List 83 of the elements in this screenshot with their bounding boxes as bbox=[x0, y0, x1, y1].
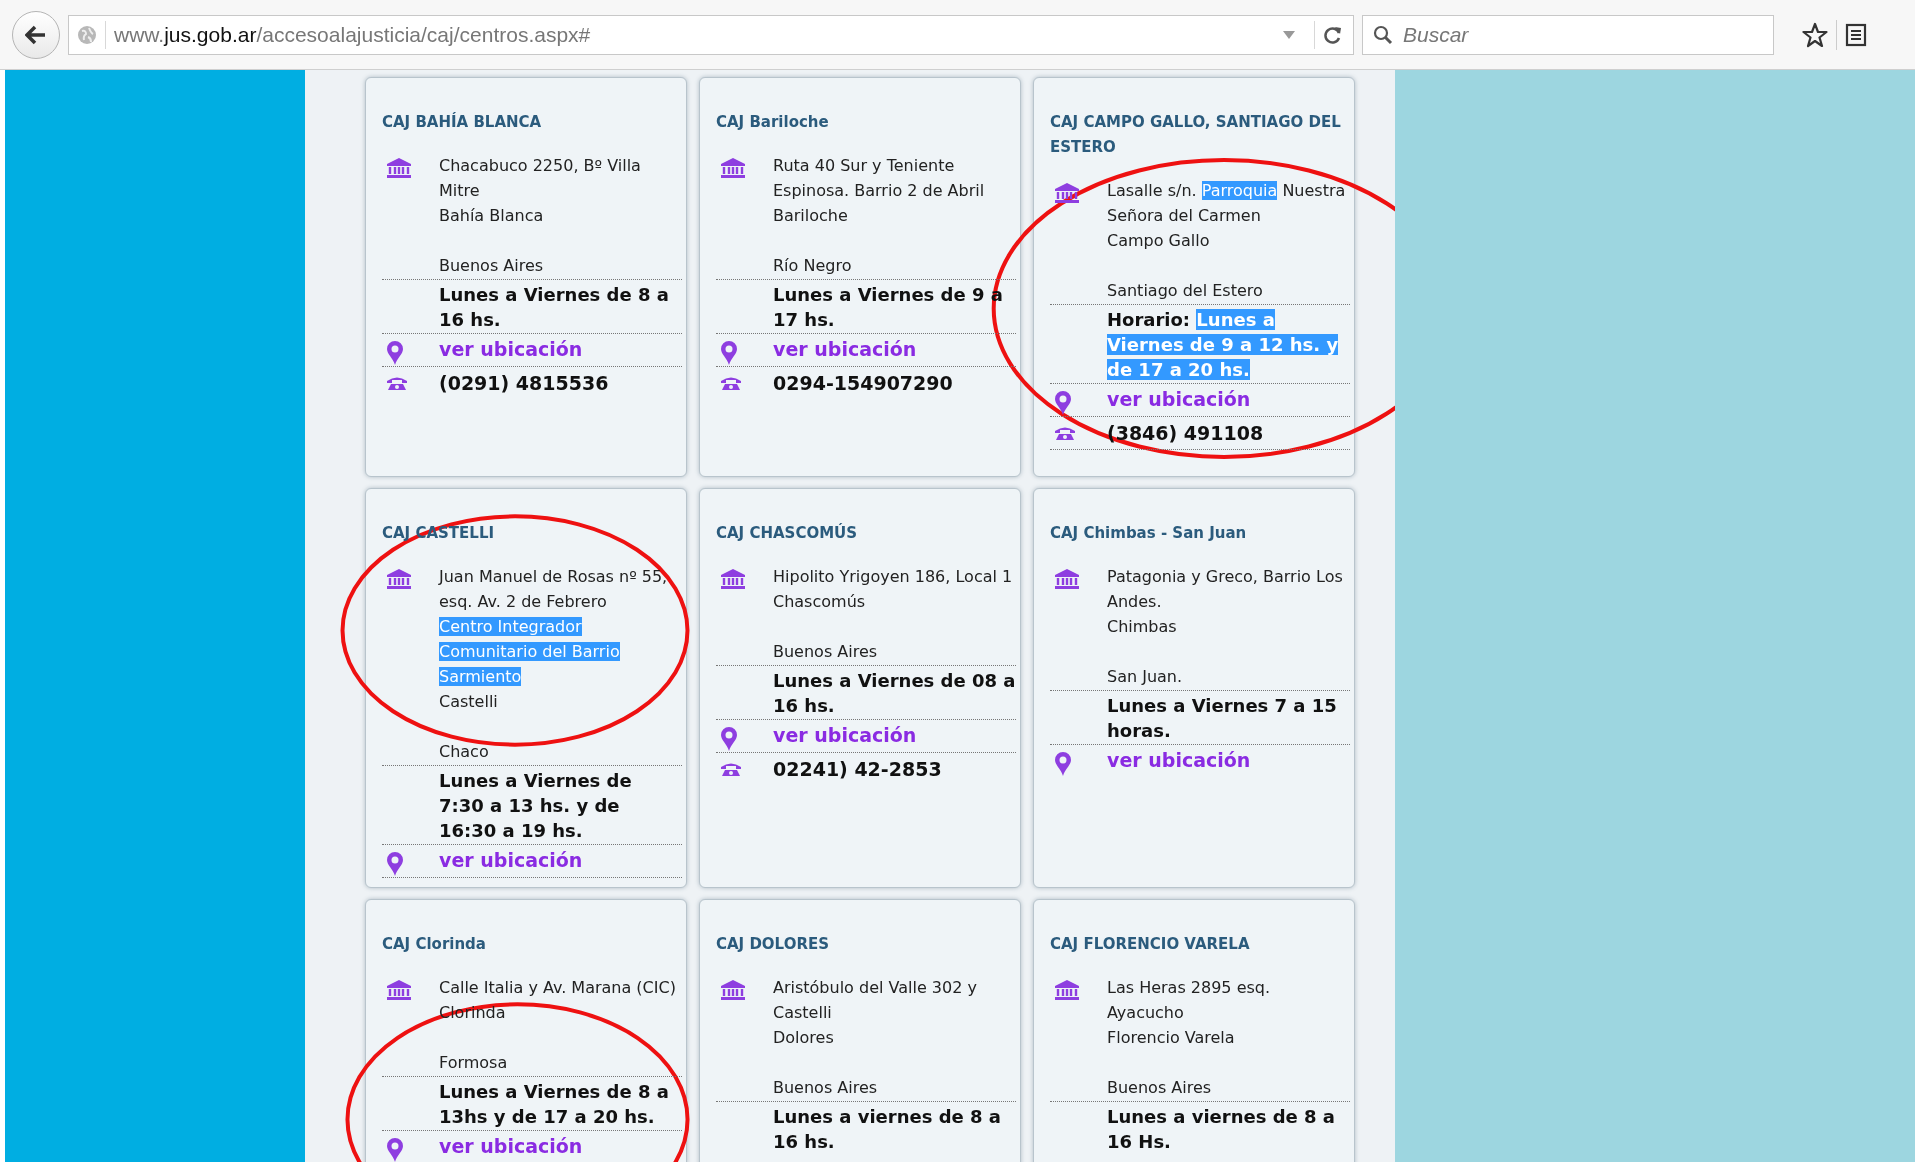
bank-icon bbox=[720, 979, 746, 1001]
province-text: Buenos Aires bbox=[1107, 1077, 1213, 1099]
center-title: CAJ Clorinda bbox=[382, 934, 487, 955]
address-text: Aristóbulo del Valle 302 y Castelli bbox=[773, 977, 978, 1024]
city-text: Castelli bbox=[439, 691, 499, 713]
location-link[interactable]: ver ubicación bbox=[439, 849, 583, 871]
address-text: Juan Manuel de Rosas nº 55, esq. Av. 2 de Febrero bbox=[439, 566, 669, 613]
schedule-text: Lunes a viernes de 8 a 16 hs. bbox=[773, 1105, 1002, 1154]
telephone-icon bbox=[720, 375, 742, 391]
location-link[interactable]: ver ubicación bbox=[439, 1135, 583, 1157]
url-text: www.jus.gob.ar/accesoalajusticia/caj/centros.aspx# bbox=[114, 22, 592, 47]
phone-number: 0294-154907290 bbox=[773, 371, 954, 396]
schedule-text: Lunes a Viernes 7 a 15 horas. bbox=[1107, 694, 1338, 743]
address-text: Centro Integrador Comunitario del Barrio Sarmiento bbox=[439, 616, 621, 688]
center-title: CAJ Bariloche bbox=[716, 112, 830, 133]
schedule-text: Lunes a Viernes de 8 a 13hs y de 17 a 20 hs. bbox=[439, 1080, 670, 1129]
location-link[interactable]: ver ubicación bbox=[1107, 749, 1251, 771]
center-title: CAJ CHASCOMÚS bbox=[716, 522, 859, 544]
back-button[interactable] bbox=[12, 10, 60, 59]
bank-icon bbox=[720, 157, 746, 179]
telephone-icon bbox=[1054, 425, 1076, 441]
address-text: Hipolito Yrigoyen 186, Local 1 bbox=[773, 566, 1014, 588]
map-pin-icon bbox=[1054, 390, 1072, 416]
map-pin-icon bbox=[1054, 751, 1072, 777]
province-text: Chaco bbox=[439, 741, 490, 763]
phone-number: (0291) 4815536 bbox=[439, 371, 610, 396]
reload-icon[interactable] bbox=[1323, 24, 1343, 45]
city-text: Campo Gallo bbox=[1107, 230, 1211, 252]
schedule-text: Lunes a Viernes de 7:30 a 13 hs. y de 16:30 a 19 hs. bbox=[439, 769, 633, 843]
reading-list-icon[interactable] bbox=[1845, 22, 1867, 47]
city-text: Bariloche bbox=[773, 205, 849, 227]
location-link[interactable]: ver ubicación bbox=[773, 338, 917, 360]
province-text: Buenos Aires bbox=[773, 641, 879, 663]
dropdown-icon[interactable] bbox=[1282, 29, 1296, 40]
center-title: CAJ BAHÍA BLANCA bbox=[382, 111, 543, 133]
address-text: Patagonia y Greco, Barrio Los Andes. bbox=[1107, 566, 1344, 613]
phone-number: 02241) 42-2853 bbox=[773, 757, 943, 782]
city-text: Bahía Blanca bbox=[439, 205, 545, 227]
center-title: CAJ CAMPO GALLO, SANTIAGO DEL ESTERO bbox=[1050, 112, 1342, 158]
bank-icon bbox=[1054, 568, 1080, 590]
bank-icon bbox=[720, 568, 746, 590]
bank-icon bbox=[386, 157, 412, 179]
city-text: Dolores bbox=[773, 1027, 835, 1049]
address-text: Ruta 40 Sur y Teniente Espinosa. Barrio 2 de Abril bbox=[773, 155, 986, 202]
schedule-text: Lunes a Viernes de 08 a 16 hs. bbox=[773, 669, 1016, 718]
map-pin-icon bbox=[386, 340, 404, 366]
province-text: Buenos Aires bbox=[773, 1077, 879, 1099]
location-link[interactable]: ver ubicación bbox=[439, 338, 583, 360]
city-text: Chascomús bbox=[773, 591, 867, 613]
center-title: CAJ Chimbas - San Juan bbox=[1050, 523, 1248, 544]
province-text: San Juan. bbox=[1107, 666, 1184, 688]
address-text: Las Heras 2895 esq. Ayacucho bbox=[1107, 977, 1272, 1024]
province-text: Santiago del Estero bbox=[1107, 280, 1264, 302]
schedule-text: Horario: Lunes a Viernes de 9 a 12 hs. y de 17 a 20 hs. bbox=[1107, 308, 1340, 382]
telephone-icon bbox=[386, 375, 408, 391]
address-bar[interactable]: www.jus.gob.ar/accesoalajusticia/caj/centros.aspx# bbox=[68, 14, 1354, 55]
bank-icon bbox=[1054, 979, 1080, 1001]
map-pin-icon bbox=[720, 340, 738, 366]
bookmark-star-icon[interactable] bbox=[1802, 21, 1828, 48]
schedule-text: Lunes a Viernes de 8 a 16 hs. bbox=[439, 283, 670, 332]
bank-icon bbox=[386, 979, 412, 1001]
address-text: Chacabuco 2250, Bº Villa Mitre bbox=[439, 155, 642, 202]
province-text: Formosa bbox=[439, 1052, 509, 1074]
schedule-text: Lunes a viernes de 8 a 16 Hs. bbox=[1107, 1105, 1336, 1154]
address-text: Lasalle s/n. Parroquia Nuestra Señora del Carmen bbox=[1107, 180, 1347, 227]
center-title: CAJ DOLORES bbox=[716, 934, 830, 955]
bank-icon bbox=[386, 568, 412, 590]
location-link[interactable]: ver ubicación bbox=[1107, 388, 1251, 410]
phone-number: (3846) 491108 bbox=[1107, 421, 1265, 446]
province-text: Río Negro bbox=[773, 255, 853, 277]
address-text: Calle Italia y Av. Marana (CIC) bbox=[439, 977, 677, 999]
center-title: CAJ FLORENCIO VARELA bbox=[1050, 934, 1251, 955]
bank-icon bbox=[1054, 182, 1080, 204]
back-arrow-icon bbox=[25, 24, 47, 45]
map-pin-icon bbox=[386, 851, 404, 877]
telephone-icon bbox=[720, 761, 742, 777]
globe-icon bbox=[77, 24, 97, 45]
city-text: Chimbas bbox=[1107, 616, 1178, 638]
map-pin-icon bbox=[720, 726, 738, 752]
location-link[interactable]: ver ubicación bbox=[773, 724, 917, 746]
city-text: Florencio Varela bbox=[1107, 1027, 1236, 1049]
province-text: Buenos Aires bbox=[439, 255, 545, 277]
search-field[interactable]: Buscar bbox=[1362, 14, 1774, 55]
